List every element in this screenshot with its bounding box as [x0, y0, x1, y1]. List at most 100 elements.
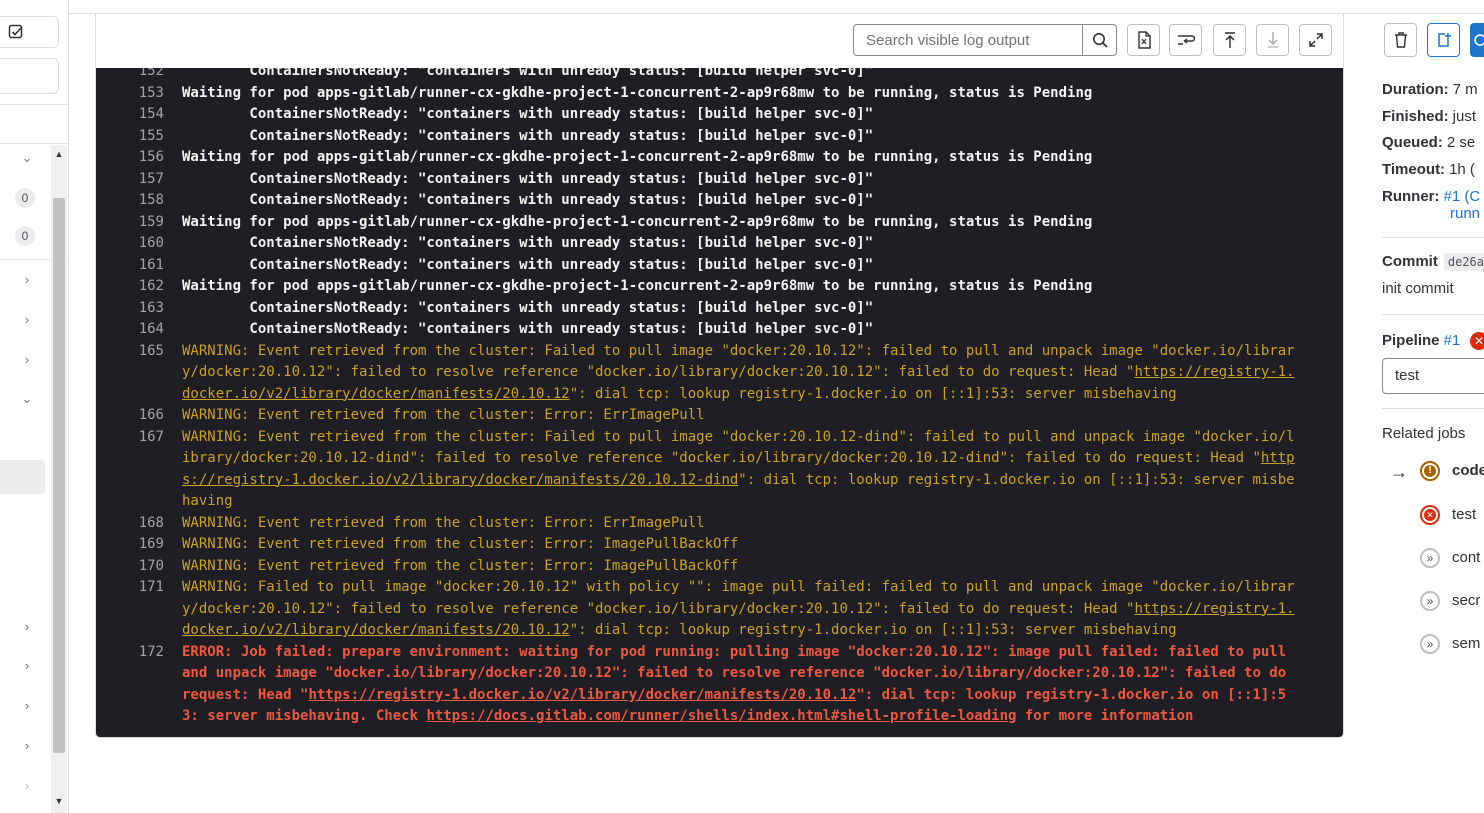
chevron-down-icon[interactable]: ⌄ — [20, 392, 34, 406]
log-text-segment: ContainersNotReady: "containers with unr… — [182, 321, 874, 337]
log-link[interactable]: https://registry-1.docker.io/v2/library/… — [308, 687, 856, 703]
log-line-number[interactable]: 165 — [96, 341, 164, 363]
pipeline-status-failed-icon: ✕ — [1470, 332, 1484, 350]
log-line-text: WARNING: Event retrieved from the cluste… — [182, 513, 1322, 535]
runner-link[interactable]: #1 (C — [1444, 188, 1481, 205]
search-icon — [1092, 33, 1108, 48]
log-line-number[interactable]: 170 — [96, 556, 164, 578]
log-text-segment: ContainersNotReady: "containers with unr… — [182, 256, 874, 273]
erase-log-button[interactable] — [1384, 23, 1417, 57]
log-line-number[interactable]: 171 — [96, 577, 164, 599]
log-line-number[interactable]: 164 — [96, 319, 164, 341]
log-line-number[interactable]: 155 — [96, 126, 164, 148]
log-line: 169 WARNING: Event retrieved from the clu… — [96, 534, 1343, 556]
chevron-right-icon[interactable]: › — [20, 313, 34, 327]
timeout-label: Timeout: — [1382, 161, 1446, 178]
related-job-link[interactable]: code — [1452, 459, 1484, 483]
log-line-number[interactable]: 167 — [96, 427, 164, 449]
chevron-right-icon[interactable]: › — [20, 699, 34, 713]
show-raw-button[interactable] — [1127, 24, 1160, 56]
trash-icon — [1394, 32, 1407, 48]
commit-sha[interactable]: de26a — [1443, 253, 1484, 271]
log-line-number[interactable]: 163 — [96, 298, 164, 320]
chevron-right-icon[interactable]: › — [20, 739, 34, 753]
sidebar-search-button[interactable] — [0, 58, 59, 94]
skipped-status-icon: » — [1420, 548, 1440, 568]
log-text-segment: WARNING: Event retrieved from the cluste… — [182, 557, 739, 574]
log-text-segment: ContainersNotReady: "containers with unr… — [182, 235, 874, 251]
log-search-button[interactable] — [1082, 24, 1117, 56]
log-line-text: Waiting for pod apps-gitlab/runner-cx-gk… — [182, 276, 1322, 298]
timeout-row: Timeout: 1h ( — [1382, 160, 1475, 180]
fullscreen-button[interactable] — [1299, 24, 1332, 56]
log-line-number[interactable]: 168 — [96, 513, 164, 535]
log-line-number[interactable]: 157 — [96, 169, 164, 191]
related-job-link[interactable]: sem — [1452, 632, 1480, 656]
log-line-number[interactable]: 158 — [96, 190, 164, 212]
runner-link-continued[interactable]: runn — [1450, 204, 1480, 224]
scroll-to-top-button[interactable] — [1213, 24, 1246, 56]
log-line-text: ContainersNotReady: "containers with unr… — [182, 68, 1322, 83]
chevron-down-icon[interactable]: ⌄ — [20, 151, 34, 165]
log-line: 161 ContainersNotReady: "containers with… — [96, 255, 1343, 277]
scroll-to-bottom-button[interactable] — [1256, 24, 1289, 56]
chevron-right-icon[interactable]: › — [20, 353, 34, 367]
log-line-text: WARNING: Event retrieved from the cluste… — [182, 534, 1322, 556]
job-log-panel: 152 ContainersNotReady: "containers with… — [95, 14, 1344, 738]
log-line: 170 WARNING: Event retrieved from the clu… — [96, 556, 1343, 578]
log-line: 152 ContainersNotReady: "containers with… — [96, 68, 1343, 83]
log-line-number[interactable]: 166 — [96, 405, 164, 427]
commit-row: Commit de26a — [1382, 252, 1484, 272]
related-job-link[interactable]: secr — [1452, 589, 1480, 613]
log-line-number[interactable]: 169 — [96, 534, 164, 556]
log-line-number[interactable]: 172 — [96, 642, 164, 664]
log-line-text: ContainersNotReady: "containers with unr… — [182, 233, 1322, 255]
log-line-number[interactable]: 161 — [96, 255, 164, 277]
log-text-segment: WARNING: Event retrieved from the cluste… — [182, 428, 1295, 467]
stage-select[interactable]: test — [1382, 358, 1484, 394]
stage-select-value: test — [1395, 367, 1420, 384]
log-search-input[interactable] — [853, 24, 1083, 56]
log-line: 172 ERROR: Job failed: prepare environmen… — [96, 642, 1343, 728]
log-line-number[interactable]: 156 — [96, 147, 164, 169]
sidebar-item-active[interactable] — [0, 460, 45, 494]
chevron-right-icon[interactable]: › — [20, 779, 34, 793]
chevron-right-icon[interactable]: › — [20, 273, 34, 287]
related-job-link[interactable]: test — [1452, 503, 1476, 527]
log-line: 157 ContainersNotReady: "containers with… — [96, 169, 1343, 191]
related-job-link[interactable]: cont — [1452, 546, 1480, 570]
pipeline-link[interactable]: #1 — [1444, 332, 1461, 349]
log-line: 162 Waiting for pod apps-gitlab/runner-cx… — [96, 276, 1343, 298]
log-toolbar — [96, 14, 1343, 68]
section-divider — [1382, 314, 1484, 315]
chevron-right-icon[interactable]: › — [20, 620, 34, 634]
todo-check-icon — [8, 24, 23, 39]
todo-button[interactable] — [0, 16, 59, 48]
log-line-text: Waiting for pod apps-gitlab/runner-cx-gk… — [182, 212, 1322, 234]
sidebar-scrollbar-thumb[interactable] — [53, 198, 65, 753]
log-line-number[interactable]: 162 — [96, 276, 164, 298]
log-line-text: Waiting for pod apps-gitlab/runner-cx-gk… — [182, 147, 1322, 169]
toggle-wrap-button[interactable] — [1169, 24, 1202, 56]
log-line: 154 ContainersNotReady: "containers with… — [96, 104, 1343, 126]
chevron-right-icon[interactable]: › — [20, 659, 34, 673]
new-issue-button[interactable] — [1427, 23, 1460, 57]
log-line-number[interactable]: 153 — [96, 83, 164, 105]
log-line-text: ContainersNotReady: "containers with unr… — [182, 319, 1322, 341]
queued-value: 2 se — [1446, 134, 1476, 151]
log-line-number[interactable]: 160 — [96, 233, 164, 255]
log-line-number[interactable]: 159 — [96, 212, 164, 234]
log-text-segment: WARNING: Failed to pull image "docker:20… — [182, 579, 1295, 617]
log-link[interactable]: https://docs.gitlab.com/runner/shells/in… — [426, 708, 1016, 724]
log-line-number[interactable]: 154 — [96, 104, 164, 126]
log-line-number[interactable]: 152 — [96, 68, 164, 83]
section-divider — [1382, 237, 1484, 238]
raw-file-icon — [1137, 31, 1151, 49]
scroll-down-arrow[interactable]: ▼ — [53, 795, 65, 807]
finished-value: just — [1452, 108, 1477, 125]
pipeline-label: Pipeline — [1382, 332, 1440, 349]
log-text-segment: ContainersNotReady: "containers with unr… — [182, 170, 874, 187]
scroll-up-arrow[interactable]: ▲ — [53, 148, 65, 160]
log-line: 155 ContainersNotReady: "containers with… — [96, 126, 1343, 148]
retry-button[interactable] — [1470, 23, 1484, 57]
